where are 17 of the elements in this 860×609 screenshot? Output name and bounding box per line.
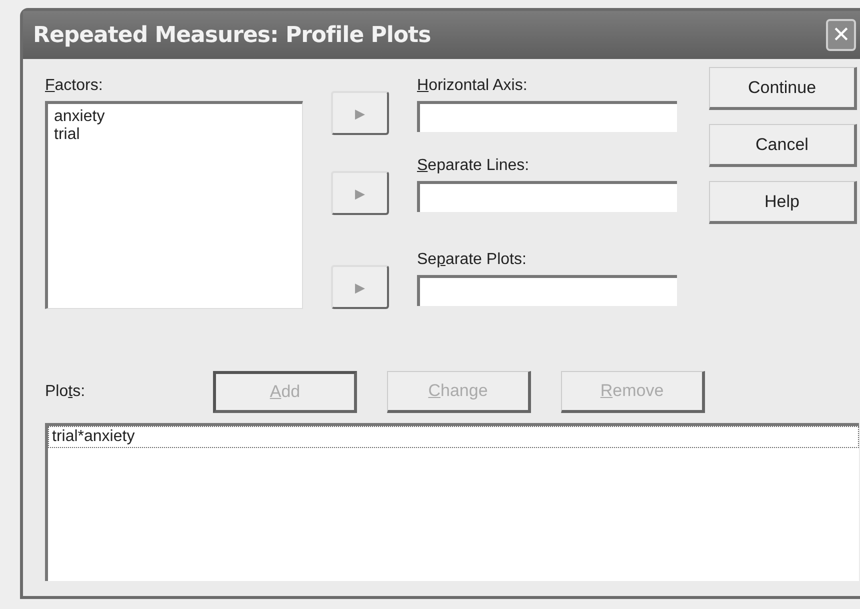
factor-item[interactable]: trial [54,126,296,144]
field-label: Separate Plots: [417,251,528,269]
dialog-button[interactable]: Help [709,181,857,224]
factors-list[interactable]: anxiety trial [45,101,303,309]
window-title: Repeated Measures: Profile Plots [33,22,431,48]
input-field[interactable] [417,275,677,306]
factors-label: Factors: [45,77,104,95]
field-label: Horizontal Axis: [417,77,528,95]
plot-item[interactable]: trial*anxiety [48,426,859,448]
input-field[interactable] [417,181,677,212]
input-field[interactable] [417,101,677,132]
field-label: Separate Lines: [417,157,530,175]
plots-label: Plots: [45,382,86,400]
plots-list[interactable]: trial*anxiety [45,422,859,580]
factor-item[interactable]: anxiety [54,108,296,126]
dialog-button[interactable]: Cancel [709,124,857,167]
dialog-button[interactable]: Continue [709,67,857,110]
